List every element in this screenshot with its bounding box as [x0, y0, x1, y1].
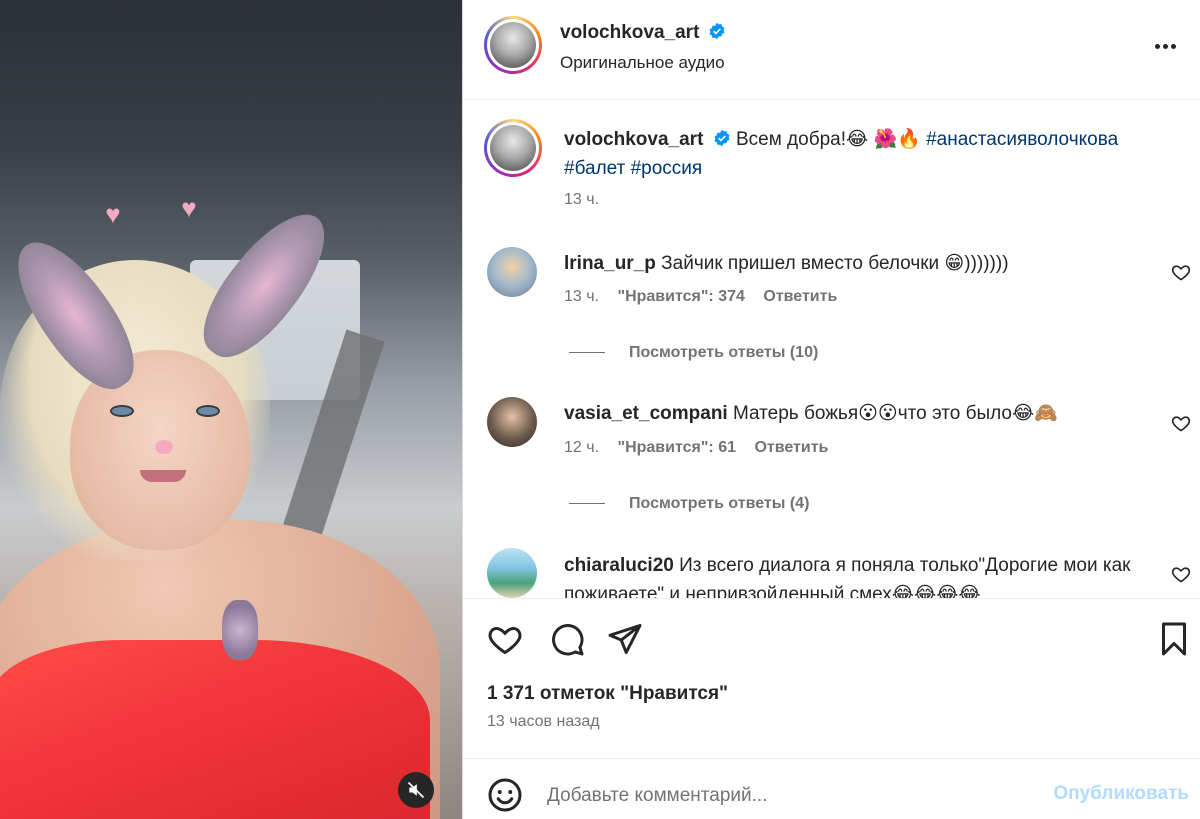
- view-replies-label: Посмотреть ответы (4): [629, 495, 810, 512]
- comment-input[interactable]: [547, 781, 1027, 811]
- comment-body: vasia_et_compani Матерь божья😮😮что это б…: [564, 399, 1144, 428]
- instagram-post: ♥ ♥ volochkova_art Оригинальное аудио vo…: [0, 0, 1200, 819]
- reply-button[interactable]: Ответить: [763, 288, 837, 305]
- author-avatar[interactable]: [484, 16, 542, 74]
- caption-avatar[interactable]: [484, 119, 542, 177]
- comment-text: Матерь божья😮😮что это было😂🙈: [732, 403, 1058, 424]
- hashtag-link[interactable]: #анастасияволочкова: [926, 129, 1118, 150]
- author-username[interactable]: volochkova_art: [560, 22, 699, 43]
- red-dress: [0, 640, 430, 819]
- publish-button[interactable]: Опубликовать: [1053, 783, 1189, 805]
- caption-text: Всем добра!😂 🌺🔥: [735, 129, 921, 150]
- author-name-row: volochkova_art: [560, 22, 726, 44]
- comment-username[interactable]: vasia_et_compani: [564, 403, 728, 424]
- right-eye: [196, 405, 220, 417]
- audio-label[interactable]: Оригинальное аудио: [560, 53, 725, 73]
- hashtag-link[interactable]: #балет: [564, 158, 625, 179]
- action-bar: 1 371 отметок "Нравится" 13 часов назад: [463, 598, 1200, 758]
- comment-time[interactable]: 13 ч.: [564, 288, 599, 305]
- comment-like-icon[interactable]: [1171, 262, 1191, 282]
- post-panel: volochkova_art Оригинальное аудио voloch…: [462, 0, 1200, 819]
- speaker-muted-icon: [407, 781, 425, 799]
- hashtag-link[interactable]: #россия: [631, 158, 703, 179]
- post-time[interactable]: 13 часов назад: [487, 713, 600, 731]
- comments-section: volochkova_art Всем добра!😂 🌺🔥 #анастаси…: [463, 101, 1200, 598]
- bunny-nose: [155, 440, 173, 454]
- heart-icon[interactable]: [487, 621, 523, 657]
- view-replies-button[interactable]: Посмотреть ответы (10): [569, 344, 818, 362]
- comment-like-icon[interactable]: [1171, 564, 1191, 584]
- mouth: [140, 470, 186, 482]
- post-header: volochkova_art Оригинальное аудио: [463, 0, 1200, 100]
- emoji-icon[interactable]: [487, 777, 523, 813]
- add-comment-bar: Опубликовать: [463, 758, 1200, 819]
- mute-button[interactable]: [398, 772, 434, 808]
- pendant: [222, 600, 258, 660]
- paper-plane-icon[interactable]: [607, 621, 643, 657]
- commenter-avatar[interactable]: [487, 548, 537, 598]
- commenter-avatar[interactable]: [487, 247, 537, 297]
- comment-meta: 13 ч. "Нравится": 374 Ответить: [564, 288, 851, 306]
- more-options-button[interactable]: [1153, 36, 1181, 56]
- reply-button[interactable]: Ответить: [754, 439, 828, 456]
- comment-icon[interactable]: [549, 621, 585, 657]
- likes-count[interactable]: 1 371 отметок "Нравится": [487, 683, 728, 705]
- comment-username[interactable]: chiaraluci20: [564, 555, 674, 576]
- bookmark-icon[interactable]: [1156, 621, 1192, 657]
- verified-badge-icon: [714, 129, 730, 147]
- caption: volochkova_art Всем добра!😂 🌺🔥 #анастаси…: [564, 125, 1174, 183]
- comment-likes[interactable]: "Нравится": 61: [617, 439, 736, 456]
- view-replies-label: Посмотреть ответы (10): [629, 344, 819, 361]
- verified-badge-icon: [709, 22, 725, 40]
- comment-likes[interactable]: "Нравится": 374: [617, 288, 744, 305]
- comment-username[interactable]: lrina_ur_p: [564, 253, 656, 274]
- comment-text: Зайчик пришел вместо белочки 😁))))))): [661, 253, 1009, 274]
- caption-time[interactable]: 13 ч.: [564, 191, 599, 209]
- caption-username[interactable]: volochkova_art: [564, 129, 703, 150]
- commenter-avatar[interactable]: [487, 397, 537, 447]
- post-video[interactable]: ♥ ♥: [0, 0, 462, 819]
- comment-time[interactable]: 12 ч.: [564, 439, 599, 456]
- comment-body: chiaraluci20 Из всего диалога я поняла т…: [564, 551, 1144, 598]
- view-replies-button[interactable]: Посмотреть ответы (4): [569, 495, 809, 513]
- heart-sticker-icon: ♥: [105, 199, 121, 229]
- comment-meta: 12 ч. "Нравится": 61 Ответить: [564, 439, 842, 457]
- left-eye: [110, 405, 134, 417]
- heart-sticker-icon: ♥: [181, 193, 197, 223]
- comment-body: lrina_ur_p Зайчик пришел вместо белочки …: [564, 249, 1144, 278]
- comment-like-icon[interactable]: [1171, 413, 1191, 433]
